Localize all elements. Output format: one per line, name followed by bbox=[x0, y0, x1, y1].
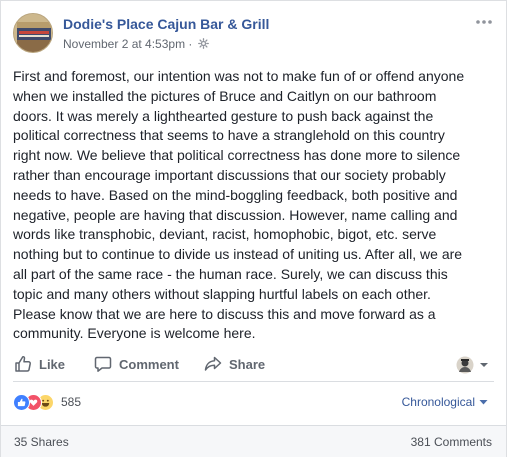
comment-label: Comment bbox=[119, 356, 179, 372]
speech-bubble-icon bbox=[94, 356, 112, 372]
caret-down-icon bbox=[479, 399, 488, 404]
reactions-summary[interactable]: 585 bbox=[13, 391, 81, 413]
post-header: Dodie's Place Cajun Bar & Grill November… bbox=[13, 13, 494, 53]
share-label: Share bbox=[229, 356, 266, 372]
like-reaction-icon bbox=[13, 393, 30, 411]
comments-count-link[interactable]: 381 Comments bbox=[411, 435, 492, 449]
thumbs-up-icon bbox=[15, 356, 31, 372]
post-as-selector[interactable] bbox=[456, 356, 490, 374]
comment-button[interactable]: Comment bbox=[94, 348, 179, 380]
comment-sort-dropdown[interactable]: Chronological bbox=[402, 395, 488, 409]
post-card: Dodie's Place Cajun Bar & Grill November… bbox=[0, 0, 507, 457]
post-actions-bar: Like Comment Share bbox=[1, 348, 506, 380]
profile-avatar-icon bbox=[456, 356, 474, 374]
actions-divider bbox=[13, 381, 494, 382]
post-footer: 35 Shares 381 Comments bbox=[1, 425, 506, 457]
more-options-icon[interactable] bbox=[474, 15, 494, 29]
page-name-link[interactable]: Dodie's Place Cajun Bar & Grill bbox=[63, 16, 269, 32]
post-timestamp[interactable]: November 2 at 4:53pm · bbox=[63, 37, 209, 52]
page-avatar[interactable] bbox=[13, 13, 53, 53]
timestamp-text[interactable]: November 2 at 4:53pm bbox=[63, 37, 185, 51]
reaction-count[interactable]: 585 bbox=[61, 395, 81, 409]
sort-label: Chronological bbox=[401, 395, 475, 409]
share-button[interactable]: Share bbox=[204, 348, 265, 380]
timestamp-separator: · bbox=[188, 37, 193, 51]
reaction-icons bbox=[13, 393, 54, 411]
like-button[interactable]: Like bbox=[14, 348, 65, 380]
globe-icon[interactable] bbox=[197, 37, 209, 52]
caret-down-icon bbox=[480, 363, 488, 367]
post-text: First and foremost, our intention was no… bbox=[13, 68, 465, 342]
shares-count-link[interactable]: 35 Shares bbox=[14, 435, 69, 449]
share-arrow-icon bbox=[204, 356, 222, 371]
like-label: Like bbox=[39, 356, 66, 372]
